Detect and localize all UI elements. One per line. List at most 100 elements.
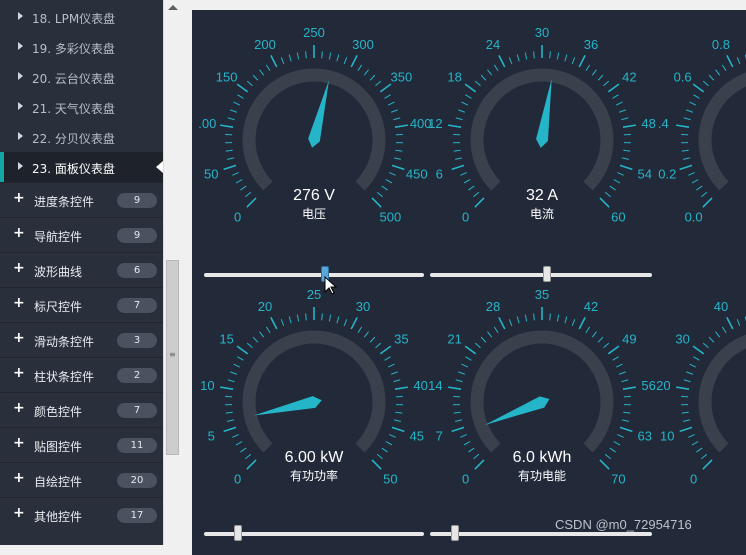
minor-tick (385, 95, 391, 99)
gauge-label: 电流 (530, 207, 554, 221)
sidebar-group-item[interactable]: +其他控件17 (0, 497, 163, 531)
minor-tick (616, 364, 622, 367)
sidebar-sub-item[interactable]: 21. 天气仪表盘 (0, 92, 163, 122)
minor-tick (233, 364, 239, 367)
minor-tick (232, 435, 238, 438)
sidebar-sub-item-label: 18. LPM仪表盘 (32, 10, 115, 27)
expand-plus-icon: + (13, 295, 25, 311)
minor-tick (586, 327, 590, 333)
minor-tick (619, 372, 626, 374)
scroll-up-arrow-icon[interactable] (168, 5, 178, 10)
sidebar-group-item[interactable]: +标尺控件7 (0, 287, 163, 321)
gauge: 050.00150200250300350400450500276 V电压 (198, 25, 431, 224)
minor-tick (557, 53, 558, 60)
major-tick (372, 460, 381, 469)
minor-tick (395, 150, 402, 151)
minor-tick (509, 57, 512, 64)
gauge-tick-label: 18 (447, 70, 461, 85)
sidebar-group-item[interactable]: +导航控件9 (0, 217, 163, 251)
sidebar-group-item[interactable]: +波形曲线6 (0, 252, 163, 286)
major-tick (623, 387, 636, 389)
gauge-tick-label: 350 (391, 70, 413, 85)
count-badge: 11 (117, 438, 157, 453)
major-tick (465, 84, 476, 92)
major-tick (703, 460, 712, 469)
gauge: 071421283542495663706.0 kWh有功电能 (428, 287, 656, 486)
gauge-tick-label: 14 (428, 378, 442, 393)
minor-tick (370, 337, 375, 342)
minor-tick (391, 110, 398, 112)
gauge-tick-label: 28 (486, 299, 500, 314)
gauge-tick-label: 10 (200, 378, 214, 393)
minor-tick (689, 364, 695, 367)
minor-tick (737, 319, 740, 326)
minor-tick (458, 372, 465, 374)
minor-tick (358, 65, 362, 71)
gauge-tick-label: 45 (409, 428, 423, 443)
gauge-tick-label: 0 (462, 209, 469, 224)
sidebar-group-item[interactable]: +进度条控件9 (0, 182, 163, 216)
minor-tick (281, 319, 284, 326)
sidebar-scrollbar[interactable]: ≡ (163, 0, 181, 545)
sidebar-group-item[interactable]: +颜色控件7 (0, 392, 163, 426)
major-tick (475, 460, 484, 469)
slider-handle[interactable] (543, 266, 551, 282)
sidebar-sub-item[interactable]: 23. 面板仪表盘 (0, 152, 163, 182)
sidebar-group-item[interactable]: +贴图控件11 (0, 427, 163, 461)
minor-tick (610, 186, 616, 190)
slider-handle[interactable] (451, 525, 459, 541)
value-slider[interactable] (204, 525, 424, 543)
scroll-thumb[interactable]: ≡ (166, 260, 179, 455)
minor-tick (475, 81, 480, 86)
value-slider[interactable] (204, 266, 424, 284)
expand-plus-icon: + (13, 260, 25, 276)
caret-right-icon (18, 12, 23, 20)
slider-track[interactable] (204, 273, 424, 277)
minor-tick (337, 55, 339, 62)
minor-tick (586, 65, 590, 71)
major-tick (579, 317, 585, 329)
minor-tick (696, 186, 702, 190)
gauge-needle (253, 396, 321, 415)
minor-tick (391, 372, 398, 374)
minor-tick (382, 448, 388, 452)
sidebar-group-item[interactable]: +滑动条控件3 (0, 322, 163, 356)
slider-track[interactable] (430, 532, 652, 536)
gauge-tick-label: 60 (611, 209, 625, 224)
slider-track[interactable] (430, 273, 652, 277)
major-tick (620, 165, 632, 169)
minor-tick (233, 102, 239, 105)
minor-tick (683, 158, 690, 160)
sidebar-sub-item[interactable]: 18. LPM仪表盘 (0, 2, 163, 32)
sidebar-group-item[interactable]: +自绘控件20 (0, 462, 163, 496)
minor-tick (232, 173, 238, 176)
gauge-tick-label: 56 (641, 378, 655, 393)
minor-tick (692, 442, 698, 445)
minor-tick (385, 357, 391, 361)
gauge-tick-label: 0 (234, 471, 241, 486)
gauge-tick-label: 10 (660, 428, 674, 443)
value-slider[interactable] (430, 266, 652, 284)
gauge-tick-label: 42 (584, 299, 598, 314)
sidebar-sub-item-label: 22. 分贝仪表盘 (32, 130, 115, 147)
sidebar-sub-item[interactable]: 22. 分贝仪表盘 (0, 122, 163, 152)
sidebar-group-item[interactable]: +柱状条控件2 (0, 357, 163, 391)
minor-tick (226, 412, 233, 413)
minor-tick (623, 412, 630, 413)
major-tick (465, 346, 476, 354)
sidebar-sub-item[interactable]: 20. 云台仪表盘 (0, 62, 163, 92)
major-tick (499, 55, 505, 67)
minor-tick (306, 51, 307, 58)
gauge-tick-label: 6 (436, 166, 443, 181)
gauge-track-arc (477, 337, 607, 448)
gauge-tick-label: 40 (714, 299, 728, 314)
minor-tick (572, 319, 575, 326)
minor-tick (236, 442, 242, 445)
sidebar-sub-item[interactable]: 19. 多彩仪表盘 (0, 32, 163, 62)
minor-tick (240, 186, 246, 190)
gauge-tick-label: 35 (535, 287, 549, 302)
minor-tick (473, 192, 478, 196)
gauge-tick-label: 300 (352, 37, 374, 52)
slider-handle[interactable] (234, 525, 242, 541)
minor-tick (322, 51, 323, 58)
